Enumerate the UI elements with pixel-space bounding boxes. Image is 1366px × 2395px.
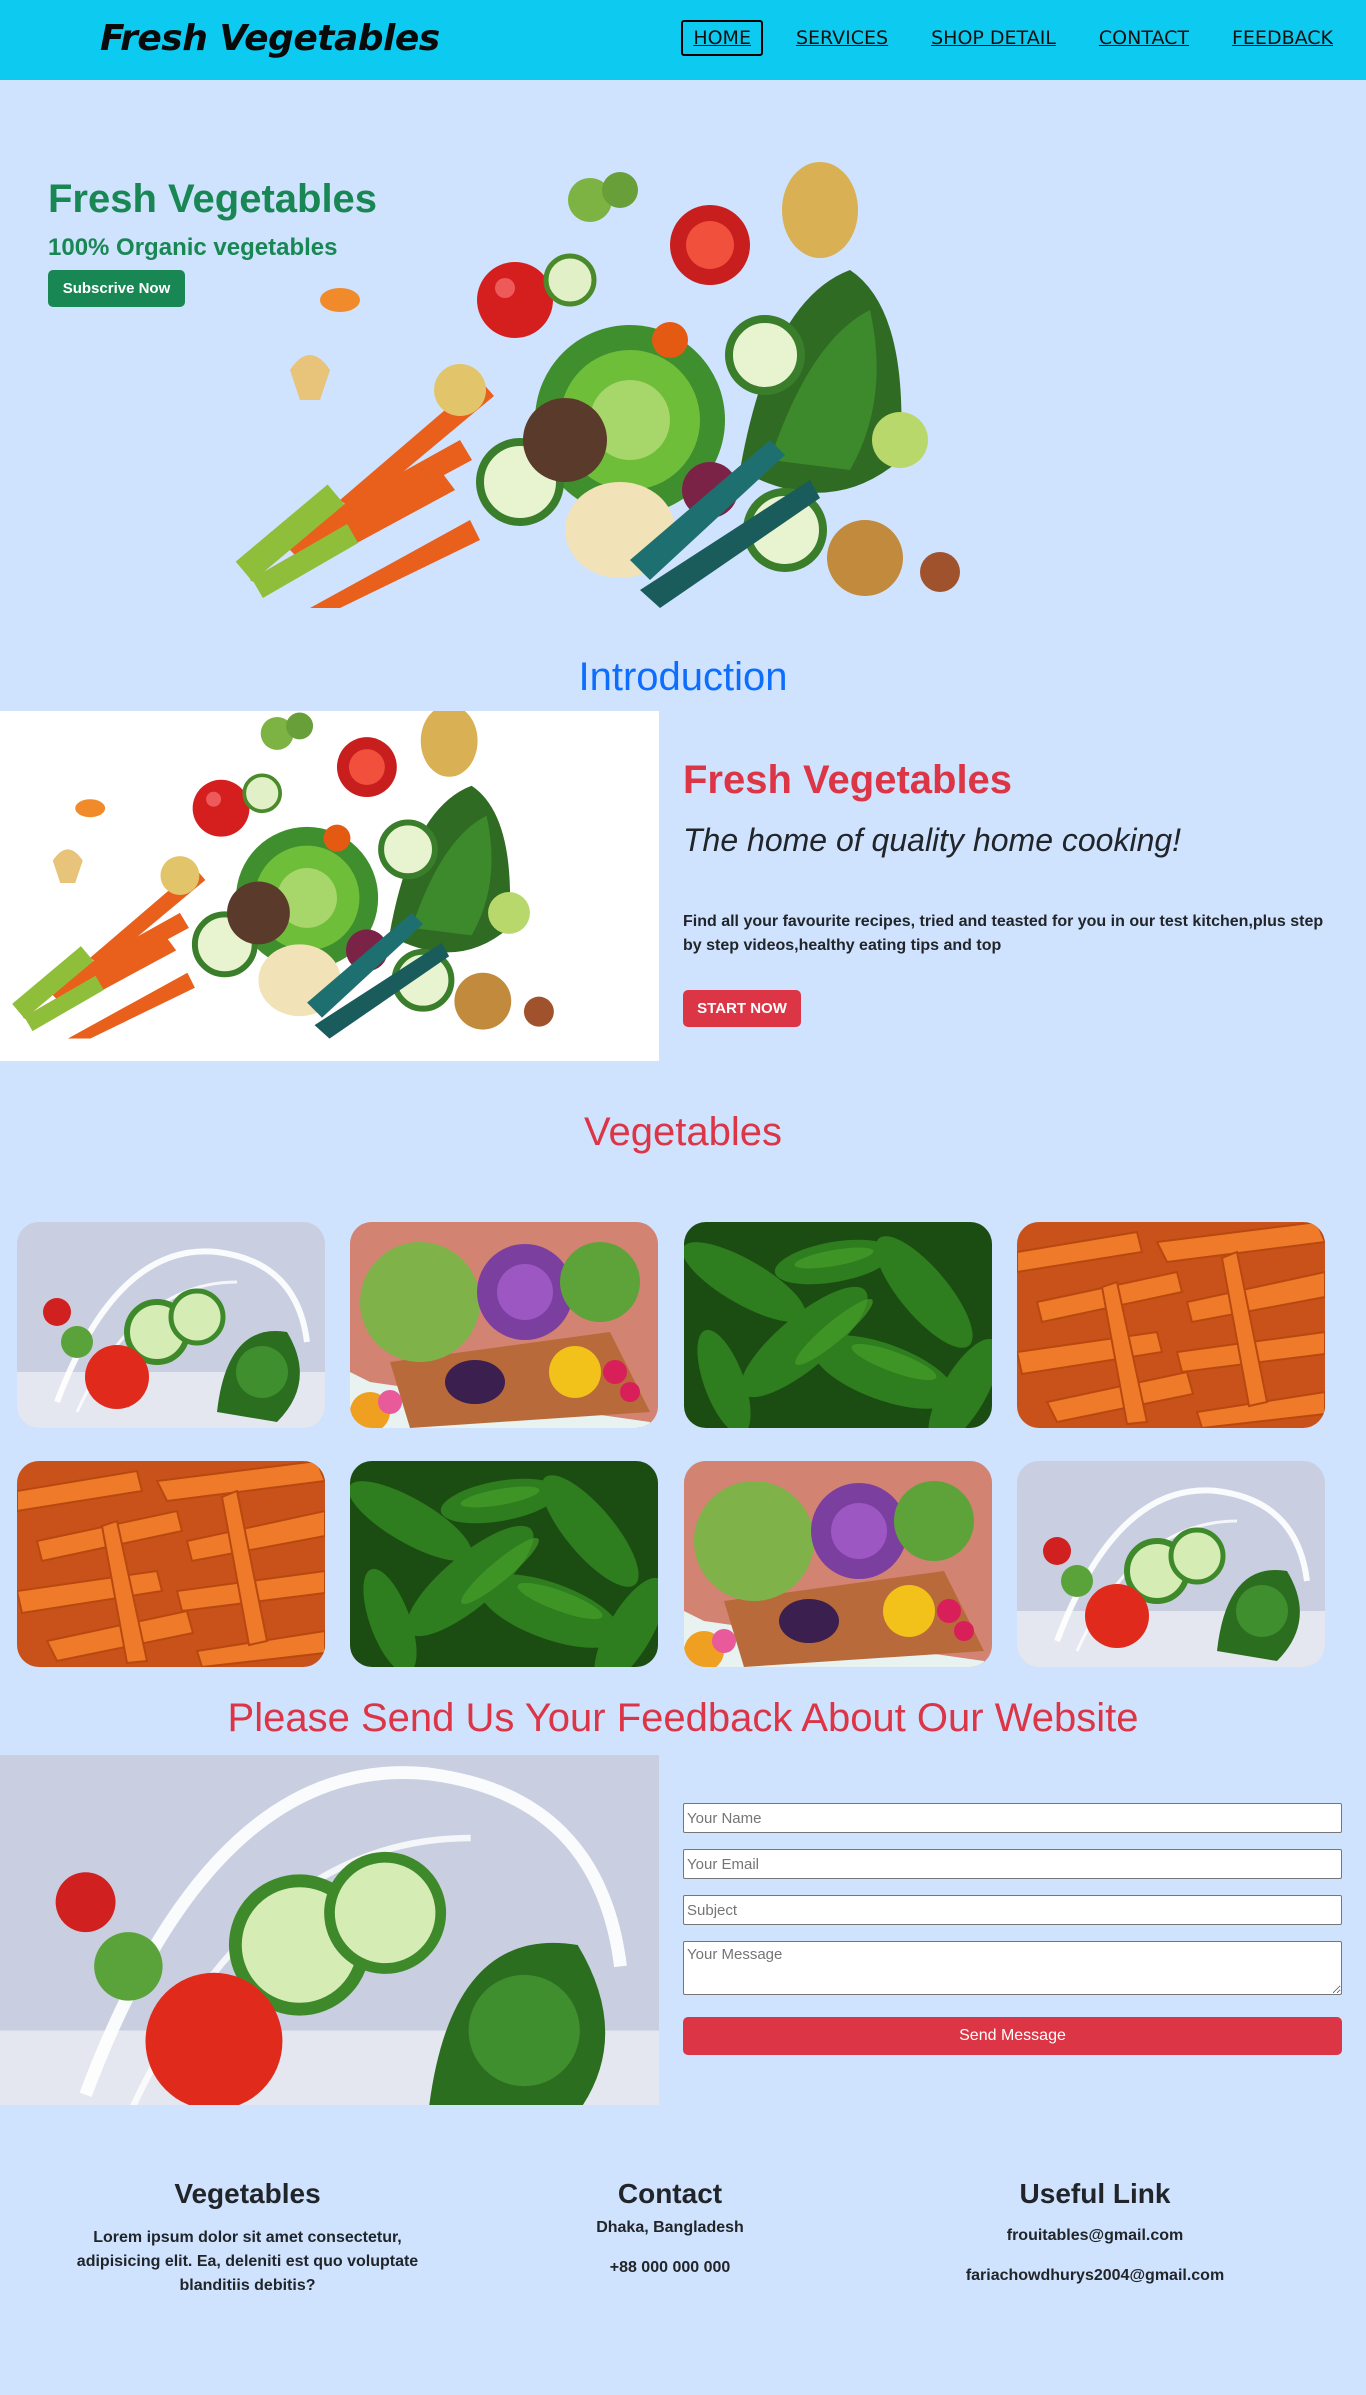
hero-section: Fresh Vegetables 100% Organic vegetables… — [0, 80, 1366, 608]
subscribe-button[interactable]: Subscrive Now — [48, 270, 185, 307]
gallery-image-basket[interactable] — [684, 1461, 992, 1667]
send-message-button[interactable]: Send Message — [683, 2017, 1342, 2055]
footer-address: Dhaka, Bangladesh — [596, 2219, 744, 2236]
feedback-image — [0, 1755, 659, 2105]
gallery-image-cucumbers[interactable] — [684, 1222, 992, 1428]
nav-link-contact[interactable]: CONTACT — [1089, 20, 1199, 56]
subject-field[interactable] — [683, 1895, 1342, 1925]
hero-title: Fresh Vegetables — [48, 177, 378, 221]
footer-useful-link-title: Useful Link — [1019, 2178, 1171, 2209]
nav-link-home[interactable]: HOME — [681, 20, 763, 56]
intro-tagline: The home of quality home cooking! — [683, 822, 1182, 858]
gallery-image-splash[interactable] — [17, 1222, 325, 1428]
footer-vegetables-title: Vegetables — [174, 2178, 321, 2209]
footer-email-link[interactable]: frouitables@gmail.com — [920, 2224, 1270, 2248]
footer-contact-title: Contact — [617, 2178, 723, 2209]
vegetables-title: Vegetables — [584, 1110, 782, 1154]
intro-vegetables-image — [0, 711, 659, 1061]
message-field[interactable] — [683, 1941, 1342, 1995]
name-field[interactable] — [683, 1803, 1342, 1833]
intro-heading: Fresh Vegetables — [683, 758, 1013, 802]
gallery-image-cucumbers[interactable] — [350, 1461, 658, 1667]
footer-phone: +88 000 000 000 — [609, 2259, 731, 2276]
footer-email-link[interactable]: fariachowdhurys2004@gmail.com — [920, 2264, 1270, 2288]
nav-link-feedback[interactable]: FEEDBACK — [1222, 20, 1343, 56]
nav-link-shop-detail[interactable]: SHOP DETAIL — [921, 20, 1066, 56]
gallery-image-splash[interactable] — [1017, 1461, 1325, 1667]
footer-useful-links: Useful Link frouitables@gmail.com fariac… — [920, 2178, 1270, 2288]
gallery-image-basket[interactable] — [350, 1222, 658, 1428]
brand-logo[interactable]: Fresh Vegetables — [100, 18, 440, 59]
footer-contact: Contact Dhaka, Bangladesh +88 000 000 00… — [520, 2178, 820, 2280]
feedback-title: Please Send Us Your Feedback About Our W… — [227, 1696, 1139, 1740]
navbar: Fresh Vegetables HOME SERVICES SHOP DETA… — [0, 0, 1366, 80]
nav-menu: HOME SERVICES SHOP DETAIL CONTACT FEEDBA… — [681, 20, 1366, 56]
footer-vegetables-text: Lorem ipsum dolor sit amet consectetur, … — [76, 2229, 419, 2294]
gallery-image-carrots[interactable] — [1017, 1222, 1325, 1428]
email-field[interactable] — [683, 1849, 1342, 1879]
footer-vegetables: Vegetables Lorem ipsum dolor sit amet co… — [70, 2178, 425, 2298]
hero-subtitle: 100% Organic vegetables — [48, 234, 338, 261]
nav-link-services[interactable]: SERVICES — [786, 20, 898, 56]
introduction-title: Introduction — [578, 655, 788, 699]
gallery-image-carrots[interactable] — [17, 1461, 325, 1667]
intro-text: Find all your favourite recipes, tried a… — [683, 913, 1324, 954]
start-now-button[interactable]: START NOW — [683, 990, 801, 1027]
